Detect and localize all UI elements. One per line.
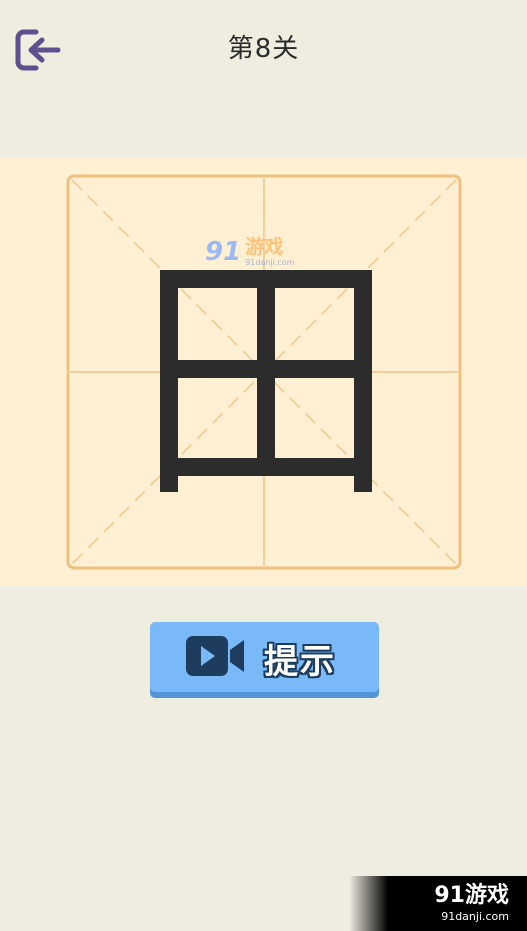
corner-watermark-main: 91游戏	[434, 882, 509, 908]
video-camera-icon	[186, 636, 244, 676]
watermark-logo: 91	[205, 237, 242, 267]
level-title: 第8关	[227, 34, 300, 64]
watermark-main: 游戏	[245, 235, 284, 258]
board-watermark: 91 游戏 91danji.com	[205, 232, 295, 272]
watermark-text: 游戏 91danji.com	[245, 235, 295, 267]
corner-watermark-sub: 91danji.com	[441, 909, 509, 923]
hint-button-label: 提示	[264, 642, 336, 682]
header: 第8关	[0, 0, 527, 100]
hint-button[interactable]: 提示	[150, 622, 379, 698]
corner-watermark: 91游戏 91danji.com	[349, 876, 527, 931]
watermark-sub: 91danji.com	[245, 257, 295, 267]
